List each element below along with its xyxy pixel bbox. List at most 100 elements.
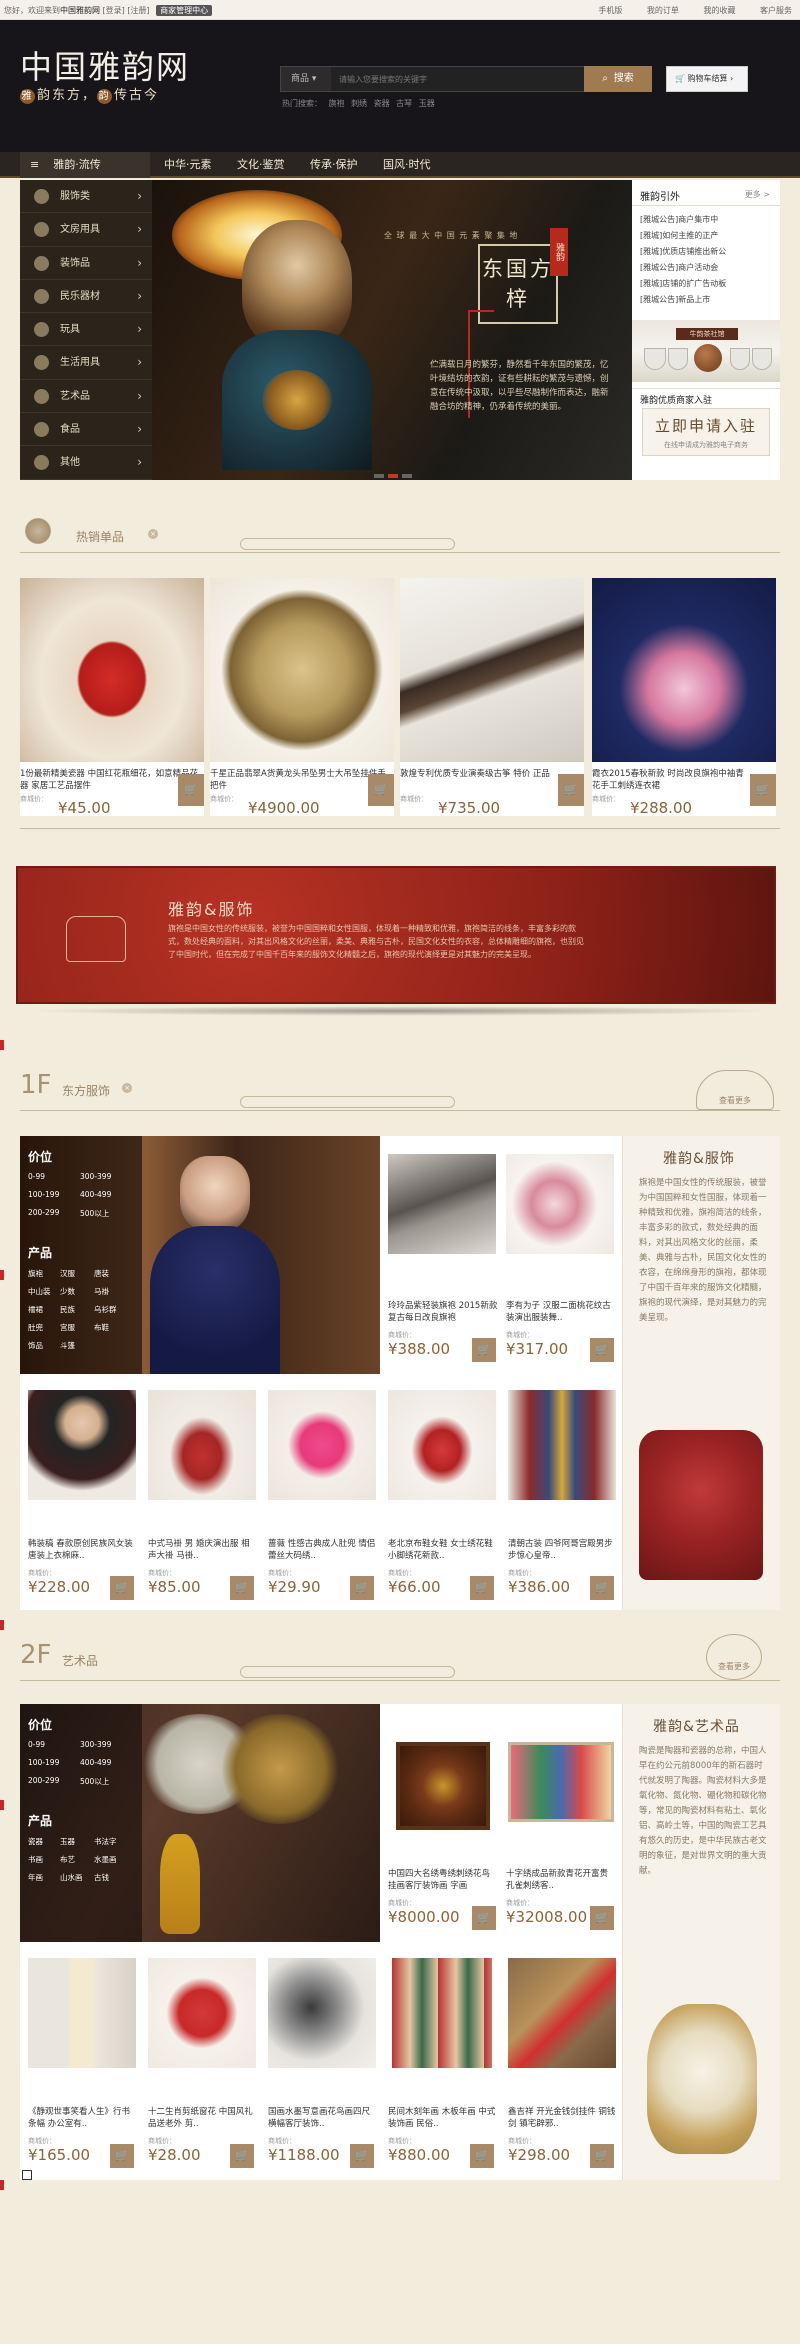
sidebar-item-stationery[interactable]: 文房用具 › (20, 213, 152, 247)
add-to-cart-button[interactable]: 🛒 (110, 1576, 134, 1600)
product-tag[interactable]: 斗篷 (60, 1340, 75, 1351)
search-input[interactable]: 请输入您要搜索的关键字 (339, 74, 427, 85)
product-tag[interactable]: 宫服 (60, 1322, 75, 1333)
news-item[interactable]: [雅城]优质店铺推出新公 (640, 244, 774, 260)
product-tag[interactable]: 瓷器 (28, 1836, 43, 1847)
product-card[interactable]: 1份最新精美瓷器 中国红花瓶细花，如意精品花器 家居工艺品摆件 商城价： ¥45… (20, 578, 204, 817)
search-category-select[interactable]: 商品 ▾ (281, 67, 331, 91)
add-to-cart-button[interactable]: 🛒 (350, 2144, 374, 2168)
search-button[interactable]: ⌕ 搜索 (584, 66, 652, 92)
product-name[interactable]: 中式马褂 男 婚庆演出服 相声大褂 马褂.. (148, 1538, 256, 1562)
product-image[interactable] (28, 1958, 136, 2068)
product-image-guzheng[interactable] (400, 578, 584, 762)
product-card[interactable]: 民间木刻年画 木板年画 中式装饰画 民俗.. 商城价： ¥880.00 🛒 (386, 1950, 498, 2172)
product-tag[interactable]: 布鞋 (94, 1322, 109, 1333)
price-range[interactable]: 500以上 (80, 1208, 109, 1219)
product-name[interactable]: 敦煌专利优质专业演奏级古筝 特价 正品 (400, 768, 584, 780)
add-to-cart-button[interactable]: 🛒 (178, 774, 204, 806)
product-image[interactable] (396, 1742, 490, 1830)
product-image-qipao[interactable] (592, 578, 776, 762)
sidebar-item-food[interactable]: 食品 › (20, 413, 152, 447)
product-card[interactable]: 清朝古装 四爷阿哥宫殿男步步惊心皇帝.. 商城价： ¥386.00 🛒 (506, 1382, 618, 1604)
news-more-link[interactable]: 更多 > (745, 189, 770, 200)
product-card[interactable]: 千星正品翡翠A货黄龙头吊坠男士大吊坠挂件手把件 商城价： ¥4900.00 🛒 (210, 578, 394, 817)
product-card[interactable]: 蔷薇 性感古典成人肚兜 情侣蕾丝大码绣.. 商城价： ¥29.90 🛒 (266, 1382, 378, 1604)
product-name[interactable]: 1份最新精美瓷器 中国红花瓶细花，如意精品花器 家居工艺品摆件 (20, 768, 204, 792)
add-to-cart-button[interactable]: 🛒 (558, 774, 584, 806)
add-to-cart-button[interactable]: 🛒 (470, 2144, 494, 2168)
banner-dot[interactable] (402, 474, 412, 478)
add-to-cart-button[interactable]: 🛒 (350, 1576, 374, 1600)
sidebar-item-other[interactable]: 其他 › (20, 446, 152, 480)
sidebar-item-toys[interactable]: 玩具 › (20, 313, 152, 347)
product-tag[interactable]: 唐装 (94, 1268, 109, 1279)
product-card[interactable]: 老北京布鞋女鞋 女士绣花鞋小脚绣花新款.. 商城价： ¥66.00 🛒 (386, 1382, 498, 1604)
price-range[interactable]: 100-199 (28, 1758, 59, 1767)
product-card[interactable]: 李有为子 汉服二面桃花纹古装演出服装舞.. 商城价： ¥317.00 🛒 (504, 1142, 618, 1368)
product-name[interactable]: 千星正品翡翠A货黄龙头吊坠男士大吊坠挂件手把件 (210, 768, 394, 792)
add-to-cart-button[interactable]: 🛒 (472, 1338, 496, 1362)
product-image[interactable] (506, 1154, 614, 1254)
product-card[interactable]: 玲玲品紫轻装旗袍 2015新款复古每日改良旗袍 商城价： ¥388.00 🛒 (386, 1142, 500, 1368)
product-image[interactable] (508, 1742, 614, 1822)
product-image-vase[interactable] (20, 578, 204, 762)
price-range[interactable]: 400-499 (80, 1190, 111, 1199)
add-to-cart-button[interactable]: 🛒 (590, 1576, 614, 1600)
news-item[interactable]: [雅城]如何主推的正产 (640, 228, 774, 244)
hero-banner[interactable]: 全 球 最 大 中 国 元 素 聚 集 地 东国方梓 雅韵 伫满载日月的繁芬，静… (152, 180, 632, 480)
product-name[interactable]: 蔷薇 性感古典成人肚兜 情侣蕾丝大码绣.. (268, 1538, 376, 1562)
banner-dot-active[interactable] (388, 474, 398, 478)
favorites-link[interactable]: 我的收藏 (703, 6, 735, 15)
service-link[interactable]: 客户服务 (760, 6, 792, 15)
product-card[interactable]: 霞衣2015春秋新款 时尚改良旗袍中袖青花手工刺绣连衣裙 商城价： ¥288.0… (592, 578, 776, 817)
product-name[interactable]: 韩装稿 春款原创民族风女装唐装上衣棉麻.. (28, 1538, 136, 1562)
product-tag[interactable]: 古钱 (94, 1872, 109, 1883)
product-tag[interactable]: 书画 (28, 1854, 43, 1865)
nav-item-style[interactable]: 国风·时代 (383, 158, 431, 171)
product-tag[interactable]: 汉服 (60, 1268, 75, 1279)
product-image[interactable] (388, 1390, 496, 1500)
product-image[interactable] (148, 1390, 256, 1500)
feature-banner[interactable]: 雅韵&服饰 旗袍是中国女性的传统服装，被誉为中国国粹和女性国服，体现着一种精致和… (16, 866, 776, 1004)
product-tag[interactable]: 旗袍 (28, 1268, 43, 1279)
price-range[interactable]: 400-499 (80, 1758, 111, 1767)
product-card[interactable]: 敦煌专利优质专业演奏级古筝 特价 正品 商城价： ¥735.00 🛒 (400, 578, 584, 817)
product-card[interactable]: 鑫吉祥 开光金钱剑挂件 铜钱剑 镇宅辟邪.. 商城价： ¥298.00 🛒 (506, 1950, 618, 2172)
add-to-cart-button[interactable]: 🛒 (230, 2144, 254, 2168)
site-logo[interactable]: 中国雅韵网 (20, 42, 190, 88)
product-tag[interactable]: 乌衫群 (94, 1304, 117, 1315)
add-to-cart-button[interactable]: 🛒 (110, 2144, 134, 2168)
mobile-link[interactable]: 手机版 (598, 6, 622, 15)
nav-item-culture[interactable]: 文化·鉴赏 (237, 158, 285, 171)
nav-item-elements[interactable]: 中华·元素 (164, 158, 212, 171)
product-image[interactable] (392, 1958, 492, 2068)
product-card[interactable]: 《静观世事笑看人生》行书条幅 办公室有.. 商城价： ¥165.00 🛒 (26, 1950, 138, 2172)
news-item[interactable]: [雅城]店铺的扩广告动板 (640, 276, 774, 292)
cart-button[interactable]: 🛒 购物车结算 › (666, 66, 748, 92)
product-name[interactable]: 十字绣成品新款青花开富贵孔雀刺绣客.. (506, 1868, 616, 1892)
merchant-center-button[interactable]: 商家管理中心 (156, 5, 213, 16)
product-tag[interactable]: 布艺 (60, 1854, 75, 1865)
add-to-cart-button[interactable]: 🛒 (470, 1576, 494, 1600)
product-card[interactable]: 中国四大名绣粤绣刺绣花鸟挂画客厅装饰画 字画 商城价： ¥8000.00 🛒 (386, 1710, 500, 1936)
product-tag[interactable]: 肚兜 (28, 1322, 43, 1333)
hot-searches[interactable]: 热门搜索： 旗袍 刺绣 瓷器 古琴 玉器 (282, 98, 435, 109)
product-tag[interactable]: 书法字 (94, 1836, 117, 1847)
product-name[interactable]: 清朝古装 四爷阿哥宫殿男步步惊心皇帝.. (508, 1538, 616, 1562)
product-name[interactable]: 十二生肖剪纸窗花 中国风礼品送老外 剪.. (148, 2106, 256, 2130)
product-tag[interactable]: 民族 (60, 1304, 75, 1315)
product-tag[interactable]: 水墨画 (94, 1854, 117, 1865)
product-image-vase[interactable] (647, 2004, 757, 2154)
product-image-jacket[interactable] (639, 1430, 763, 1580)
price-range[interactable]: 200-299 (28, 1776, 59, 1785)
product-image[interactable] (508, 1390, 616, 1500)
product-card[interactable]: 十二生肖剪纸窗花 中国风礼品送老外 剪.. 商城价： ¥28.00 🛒 (146, 1950, 258, 2172)
tea-shop-ad[interactable]: 牛韵茶社馆 (632, 320, 780, 382)
sidebar-item-household[interactable]: 生活用具 › (20, 346, 152, 380)
price-range[interactable]: 200-299 (28, 1208, 59, 1217)
product-name[interactable]: 老北京布鞋女鞋 女士绣花鞋小脚绣花新款.. (388, 1538, 496, 1562)
product-card[interactable]: 中式马褂 男 婚庆演出服 相声大褂 马褂.. 商城价： ¥85.00 🛒 (146, 1382, 258, 1604)
product-image[interactable] (28, 1390, 136, 1500)
product-tag[interactable]: 少数 (60, 1286, 75, 1297)
banner-dot[interactable] (374, 474, 384, 478)
